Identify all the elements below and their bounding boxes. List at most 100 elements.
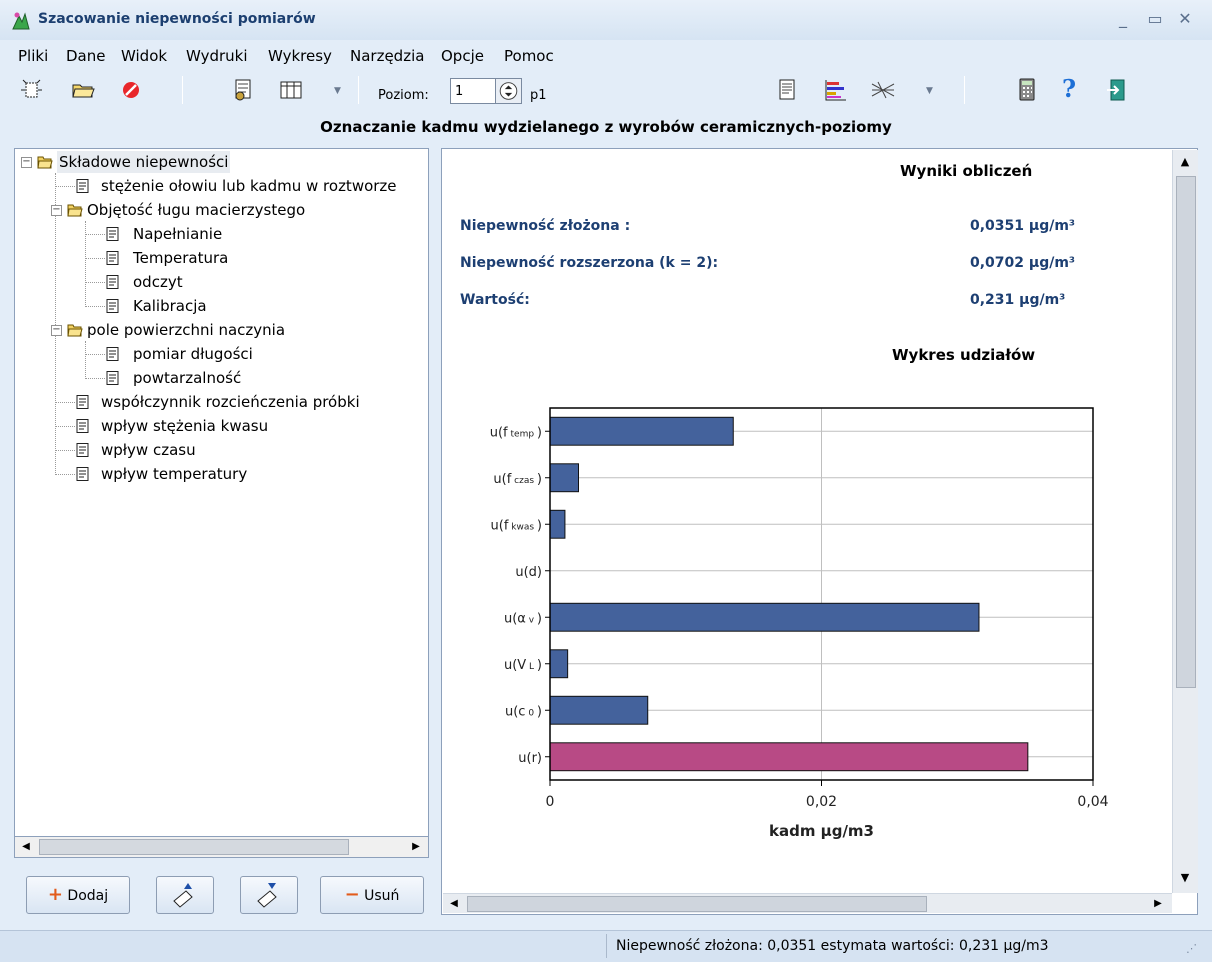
report-icon[interactable]	[772, 76, 802, 104]
tree-panel[interactable]: − Składowe niepewności stężenie ołowiu l…	[14, 148, 429, 858]
forbidden-icon[interactable]	[116, 76, 146, 104]
minimize-icon[interactable]: _	[1110, 8, 1136, 30]
dropdown-arrow-icon[interactable]: ▼	[334, 86, 341, 96]
value-value: 0,231 µg/m³	[970, 292, 1066, 308]
chart-tick-label: 0	[546, 794, 555, 810]
new-file-icon[interactable]	[16, 76, 46, 104]
chart-bar	[549, 649, 569, 679]
level-input[interactable]	[450, 78, 496, 104]
add-button[interactable]: + Dodaj	[26, 876, 130, 914]
open-folder-icon[interactable]	[68, 76, 98, 104]
line-chart-icon[interactable]	[868, 76, 898, 104]
tree-line	[55, 450, 75, 451]
chart-tick-label: 0,02	[806, 794, 837, 810]
chart-category-label: u(c 0 )	[505, 704, 542, 719]
tree-label: wpływ stężenia kwasu	[101, 417, 269, 435]
dropdown-arrow-icon[interactable]: ▼	[926, 86, 933, 96]
tree-line	[85, 282, 105, 283]
document-icon	[76, 467, 89, 481]
scroll-right-icon[interactable]: ▶	[1149, 895, 1167, 913]
edit-down-icon	[257, 883, 277, 908]
chart-category-label: u(V L )	[504, 658, 542, 673]
chart-bar	[549, 416, 734, 446]
collapse-icon[interactable]: −	[21, 157, 32, 168]
toolbar-separator	[182, 76, 183, 104]
calculator-icon[interactable]	[1012, 76, 1042, 104]
document-icon	[76, 179, 89, 193]
menu-widok[interactable]: Widok	[121, 44, 167, 68]
minus-icon: −	[344, 884, 360, 905]
document-icon	[106, 299, 119, 313]
tree-label: pomiar długości	[133, 345, 253, 363]
tree-label: powtarzalność	[133, 369, 242, 387]
close-icon[interactable]: ✕	[1172, 8, 1198, 30]
results-horizontal-scrollbar[interactable]: ◀ ▶	[443, 893, 1172, 913]
tree-horizontal-scrollbar[interactable]: ◀ ▶	[14, 836, 429, 858]
bar-chart: u(f temp ) u(f czas ) u(f kwas ) u(d) u(α v …	[490, 407, 1109, 840]
chart-category-label: u(d)	[515, 565, 542, 580]
exit-icon[interactable]	[1102, 76, 1132, 104]
tree-line	[85, 234, 105, 235]
combined-uncertainty-label: Niepewność złożona :	[460, 218, 631, 234]
tree-line	[55, 402, 75, 403]
menu-bar: Pliki Dane Widok Wydruki Wykresy Narzędz…	[0, 44, 1212, 68]
edit-up-icon	[173, 883, 193, 908]
resize-grip-icon[interactable]: ⋰	[1186, 942, 1197, 955]
menu-wykresy[interactable]: Wykresy	[268, 44, 332, 68]
tree-item-root[interactable]: − Składowe niepewności	[21, 151, 421, 173]
menu-opcje[interactable]: Opcje	[441, 44, 484, 68]
level-label: Poziom:	[378, 88, 429, 103]
chart-bar	[549, 509, 566, 539]
document-icon	[76, 443, 89, 457]
toolbar-separator	[358, 76, 359, 104]
scroll-left-icon[interactable]: ◀	[17, 838, 35, 856]
help-icon[interactable]: ?	[1062, 74, 1076, 103]
chart-category-label: u(f kwas )	[491, 518, 542, 533]
chart-category-label: u(f temp )	[490, 425, 542, 440]
table-icon[interactable]	[276, 76, 306, 104]
app-icon	[12, 12, 30, 30]
remove-label: Usuń	[364, 888, 400, 904]
chart-bar	[549, 463, 580, 493]
tree-line	[55, 186, 75, 187]
folder-open-icon	[37, 156, 53, 169]
value-label: Wartość:	[460, 292, 530, 308]
tree-label: stężenie ołowiu lub kadmu w roztworze	[101, 177, 397, 195]
tree-line	[85, 378, 105, 379]
scroll-up-icon[interactable]: ▲	[1175, 152, 1195, 172]
expanded-uncertainty-label: Niepewność rozszerzona (k = 2):	[460, 255, 719, 271]
page-heading: Oznaczanie kadmu wydzielanego z wyrobów …	[320, 118, 892, 136]
scroll-thumb[interactable]	[467, 896, 927, 912]
collapse-icon[interactable]: −	[51, 205, 62, 216]
scroll-left-icon[interactable]: ◀	[445, 895, 463, 913]
menu-wydruki[interactable]: Wydruki	[186, 44, 248, 68]
menu-pliki[interactable]: Pliki	[18, 44, 48, 68]
remove-button[interactable]: − Usuń	[320, 876, 424, 914]
level-spinner-icon[interactable]	[496, 78, 522, 104]
scroll-down-icon[interactable]: ▼	[1175, 868, 1195, 888]
tree-label: pole powierzchni naczynia	[87, 321, 286, 339]
scroll-thumb[interactable]	[1176, 176, 1196, 688]
bar-chart-icon[interactable]	[820, 76, 850, 104]
results-title: Wyniki obliczeń	[900, 162, 1033, 180]
edit-up-button[interactable]	[156, 876, 214, 914]
chart-title: Wykres udziałów	[892, 346, 1036, 364]
chart-bar	[549, 742, 1029, 772]
status-separator	[606, 934, 607, 958]
collapse-icon[interactable]: −	[51, 325, 62, 336]
menu-pomoc[interactable]: Pomoc	[504, 44, 554, 68]
chart-tick-label: 0,04	[1077, 794, 1108, 810]
chart-area: u(f temp ) u(f czas ) u(f kwas ) u(d) u(α v …	[452, 370, 1150, 868]
scroll-thumb[interactable]	[39, 839, 349, 855]
edit-down-button[interactable]	[240, 876, 298, 914]
scroll-right-icon[interactable]: ▶	[407, 838, 425, 856]
tree-settings-icon[interactable]	[228, 76, 258, 104]
menu-dane[interactable]: Dane	[66, 44, 105, 68]
maximize-icon[interactable]: ▭	[1142, 8, 1168, 30]
results-vertical-scrollbar[interactable]: ▲ ▼	[1172, 150, 1198, 893]
tree-label: odczyt	[133, 273, 183, 291]
tree-label: Objętość ługu macierzystego	[87, 201, 306, 219]
menu-narzedzia[interactable]: Narzędzia	[350, 44, 424, 68]
expanded-uncertainty-value: 0,0702 µg/m³	[970, 255, 1076, 271]
chart-bar	[549, 695, 649, 725]
